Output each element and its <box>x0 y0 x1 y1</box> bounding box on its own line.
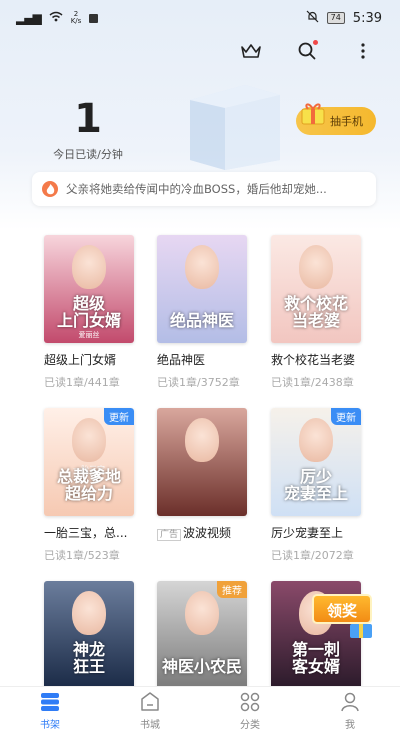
cover-author: 爱丽丝 <box>78 331 100 339</box>
book-item[interactable]: 绝品神医 绝品神医 已读1章/3752章 <box>157 235 257 390</box>
cover-title: 绝品神医 <box>169 311 234 330</box>
cover-illustration <box>72 245 106 289</box>
nav-bookstore-label: 书城 <box>140 720 160 731</box>
notification-icon <box>89 13 99 23</box>
more-menu-icon[interactable] <box>352 40 374 62</box>
net-speed: 2 K/s <box>71 11 82 25</box>
book-title-text: 一胎三宝，总... <box>44 526 128 540</box>
gift-icon <box>301 103 325 125</box>
status-bar: ▂▄▆ 2 K/s 74 5:39 <box>0 0 400 36</box>
book-progress: 已读1章/2072章 <box>271 549 354 562</box>
book-title: 救个校花当老婆 <box>271 351 371 368</box>
cover-title: 超级 上门女婿 <box>56 294 121 330</box>
book-item[interactable]: 神龙 狂王 <box>44 581 144 689</box>
book-item[interactable]: 超级 上门女婿 爱丽丝超级上门女婿 已读1章/441章 <box>44 235 144 390</box>
net-speed-unit: K/s <box>70 17 82 25</box>
book-cover[interactable] <box>157 408 247 516</box>
book-title-text: 厉少宠妻至上 <box>271 526 344 540</box>
bottom-navigation: 书架 书城 分类 我 <box>0 686 400 738</box>
book-badge: 更新 <box>104 408 134 425</box>
gift-box-icon <box>350 624 372 638</box>
book-badge: 推荐 <box>217 581 247 598</box>
book-title-text: 救个校花当老婆 <box>271 353 356 367</box>
nav-profile-label: 我 <box>345 720 355 731</box>
ad-tag: 广告 <box>157 529 182 541</box>
book-progress: 已读1章/3752章 <box>157 376 240 389</box>
signal-icon: ▂▄▆ <box>16 11 42 25</box>
cover-illustration <box>72 591 106 635</box>
book-item[interactable]: 救个校花 当老婆救个校花当老婆 已读1章/2438章 <box>271 235 371 390</box>
book-title: 绝品神医 <box>157 351 257 368</box>
clock: 5:39 <box>352 10 382 26</box>
draw-phone-label: 抽手机 <box>330 115 363 128</box>
book-title: 厉少宠妻至上 <box>271 524 371 541</box>
book-cover[interactable]: 神医小农民 推荐 <box>157 581 247 689</box>
nav-bookshelf[interactable]: 书架 <box>0 687 100 738</box>
book-progress: 已读1章/2438章 <box>271 376 354 389</box>
book-cover[interactable]: 一胎三宝 总裁爹地 超给力 更新 <box>44 408 134 516</box>
notice-banner[interactable]: 父亲将她卖给传闻中的冷血BOSS，婚后他却宠她... <box>32 172 376 206</box>
notice-text: 父亲将她卖给传闻中的冷血BOSS，婚后他却宠她... <box>66 182 327 196</box>
book-title: 一胎三宝，总... <box>44 524 144 541</box>
book-badge: 更新 <box>331 408 361 425</box>
app-screen: ▂▄▆ 2 K/s 74 5:39 1 今日已读/分钟 抽手机 父亲将她卖给传闻… <box>0 0 400 738</box>
cover-title: 神医小农民 <box>161 657 242 676</box>
cover-illustration <box>299 418 333 462</box>
book-progress: 已读1章/523章 <box>44 549 120 562</box>
book-item[interactable]: 一胎三宝 总裁爹地 超给力 更新 一胎三宝，总... 已读1章/523章 <box>44 408 144 563</box>
book-title: 超级上门女婿 <box>44 351 144 368</box>
cover-illustration <box>299 245 333 289</box>
reading-minutes-value: 1 <box>74 96 102 142</box>
book-title-text: 绝品神医 <box>157 353 206 367</box>
book-cover[interactable]: 厉少 宠妻至上 更新 <box>271 408 361 516</box>
header-actions <box>240 40 374 62</box>
book-cover[interactable]: 绝品神医 <box>157 235 247 343</box>
status-left: ▂▄▆ 2 K/s <box>16 11 99 25</box>
bookstore-icon <box>141 692 159 711</box>
book-progress: 已读1章/441章 <box>44 376 120 389</box>
bookshelf-icon <box>41 693 59 711</box>
search-icon[interactable] <box>296 40 318 62</box>
nav-category-label: 分类 <box>240 720 260 731</box>
profile-icon <box>341 692 359 712</box>
nav-category[interactable]: 分类 <box>200 687 300 738</box>
cover-title: 神龙 狂王 <box>72 640 105 676</box>
reading-minutes-label: 今日已读/分钟 <box>53 148 123 161</box>
status-right: 74 5:39 <box>306 10 382 26</box>
cover-title: 厉少 宠妻至上 <box>283 467 348 503</box>
claim-reward-button[interactable]: 领奖 <box>312 590 380 638</box>
cover-title: 救个校花 当老婆 <box>283 294 348 330</box>
book-item[interactable]: 广告 波波视频 <box>157 408 257 541</box>
nav-bookstore[interactable]: 书城 <box>100 687 200 738</box>
nav-bookshelf-label: 书架 <box>40 720 60 731</box>
fire-icon <box>42 181 58 197</box>
category-icon <box>240 692 260 712</box>
cover-title: 第一刺 客女婿 <box>291 640 340 676</box>
cover-illustration <box>185 245 219 289</box>
book-cover[interactable]: 超级 上门女婿 爱丽丝 <box>44 235 134 343</box>
crown-icon[interactable] <box>240 40 262 62</box>
cover-illustration <box>185 418 219 462</box>
book-item[interactable]: 神医小农民 推荐 <box>157 581 257 689</box>
book-cover[interactable]: 神龙 狂王 <box>44 581 134 689</box>
book-title-text: 波波视频 <box>183 526 232 540</box>
draw-phone-button[interactable]: 抽手机 <box>296 103 376 135</box>
book-item[interactable]: 厉少 宠妻至上 更新厉少宠妻至上 已读1章/2072章 <box>271 408 371 563</box>
cover-title: 总裁爹地 超给力 <box>56 467 121 503</box>
search-notification-dot <box>313 40 318 45</box>
cover-illustration <box>72 418 106 462</box>
mute-icon <box>306 10 319 26</box>
book-title-text: 超级上门女婿 <box>44 353 117 367</box>
nav-profile[interactable]: 我 <box>300 687 400 738</box>
battery-icon: 74 <box>326 12 345 24</box>
gift-box-illustration <box>190 85 280 170</box>
book-cover[interactable]: 救个校花 当老婆 <box>271 235 361 343</box>
book-title: 广告 波波视频 <box>157 524 257 541</box>
cover-illustration <box>185 591 219 635</box>
wifi-icon <box>49 11 63 25</box>
